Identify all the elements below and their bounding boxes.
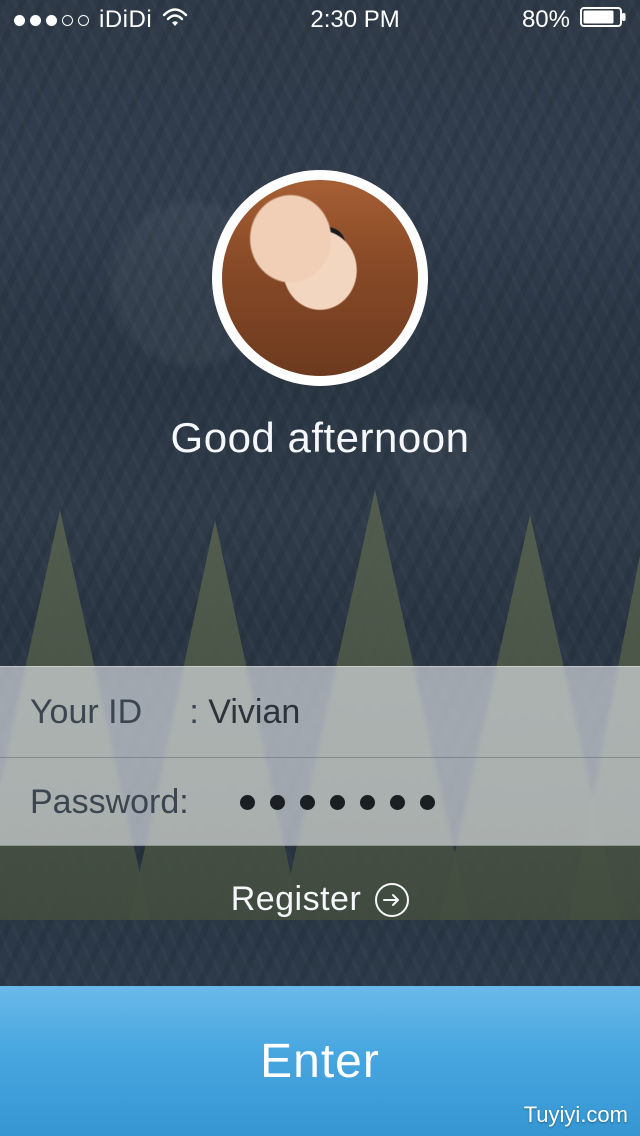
avatar[interactable] <box>212 170 428 386</box>
id-field-row[interactable]: Your ID : <box>0 667 640 757</box>
id-label: Your ID : <box>30 693 208 732</box>
avatar-image <box>222 180 418 376</box>
carrier-label: iDiDi <box>99 6 152 34</box>
battery-icon <box>580 6 626 34</box>
wifi-icon <box>162 6 188 34</box>
profile-section: Good afternoon <box>0 170 640 462</box>
battery-percentage: 80% <box>522 6 570 34</box>
arrow-right-circle-icon <box>375 883 409 917</box>
password-field-row[interactable]: Password: <box>0 757 640 847</box>
id-input[interactable] <box>208 693 606 732</box>
register-link[interactable]: Register <box>231 880 410 919</box>
signal-strength-icon <box>14 15 89 26</box>
status-bar-right: 80% <box>522 6 626 34</box>
login-form: Your ID : Password: <box>0 666 640 846</box>
password-label: Password: <box>30 783 240 822</box>
status-bar: iDiDi 2:30 PM 80% <box>0 0 640 40</box>
register-label: Register <box>231 880 362 919</box>
watermark: Tuyiyi.com <box>524 1102 628 1128</box>
password-input[interactable] <box>240 795 435 810</box>
status-bar-left: iDiDi <box>14 6 188 34</box>
status-bar-time: 2:30 PM <box>310 6 399 34</box>
greeting-text: Good afternoon <box>171 414 470 462</box>
